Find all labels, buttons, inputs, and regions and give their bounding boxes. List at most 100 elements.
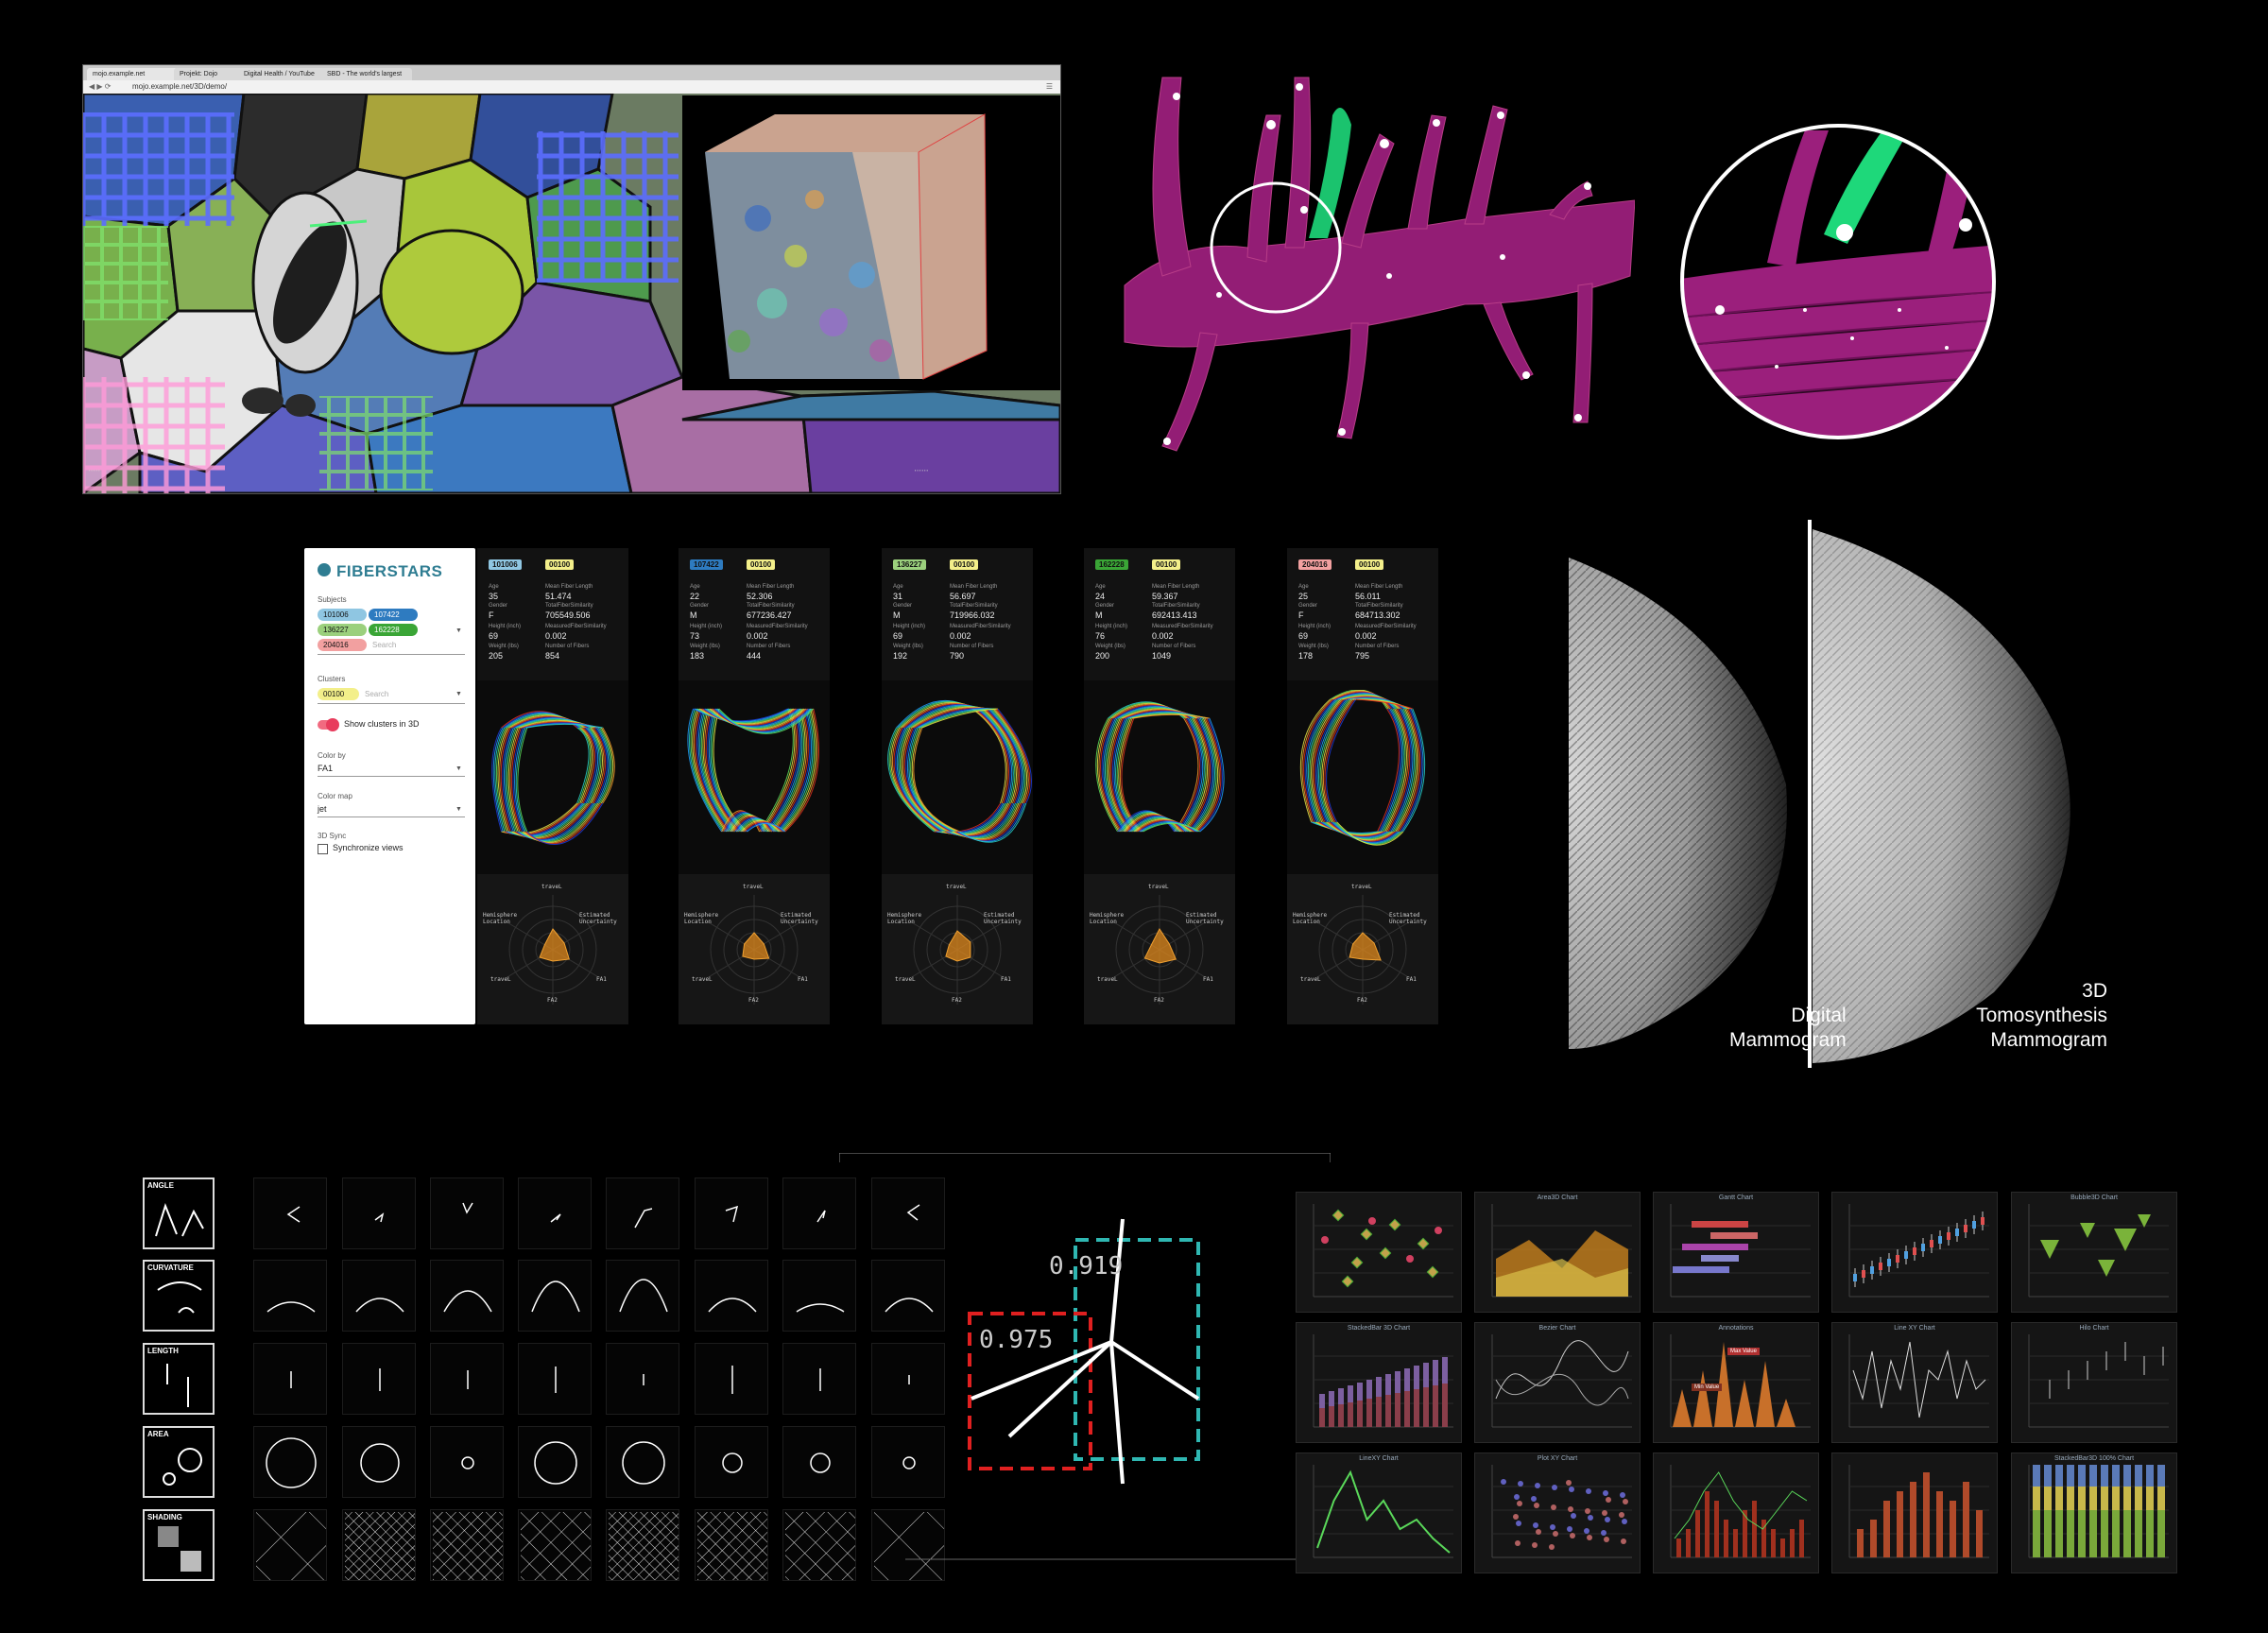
stimulus-drawing [622,1441,665,1485]
radar-axis-label: Estimated Uncertainty [984,912,1022,925]
chart-thumbnail[interactable]: Plot XY Chart [1474,1453,1641,1573]
chart-thumbnail[interactable]: Area3D Chart [1474,1192,1641,1313]
chart-thumbnail[interactable]: Annotations [1653,1322,1819,1443]
color-map-select[interactable]: jet [318,804,327,814]
field-label: Weight (lbs) [1298,644,1329,649]
chevron-down-icon[interactable]: ▼ [455,627,462,634]
stimulus-drawing [550,1213,561,1223]
subject-chip[interactable]: 136227 [318,624,367,636]
subject-chip[interactable]: 107422 [369,609,418,621]
chart-thumbnail[interactable]: Bubble3D Chart [2011,1192,2177,1313]
fiber-bundle-3d-view[interactable] [882,690,1033,869]
subject-id-tag: 136227 [893,559,926,570]
radar-axis-label: traveL [1148,884,1169,890]
field-label: Gender [1095,603,1115,609]
radar-axis-label: Estimated Uncertainty [1389,912,1427,925]
stimulus-icon [158,1526,201,1572]
chart-thumbnail[interactable]: LineXY Chart [1296,1453,1462,1573]
subject-id-tag: 107422 [690,559,723,570]
stimulus-drawing [555,1367,557,1393]
field-label: Height (inch) [690,624,723,629]
cluster-chip[interactable]: 00100 [318,688,359,700]
chevron-down-icon[interactable]: ▼ [455,765,462,772]
radar-axis-label: Hemisphere Location [684,912,719,925]
chart-thumbnail[interactable]: Line XY Chart [1831,1322,1998,1443]
stimulus-cell [606,1509,679,1581]
chart-thumbnail[interactable] [1831,1453,1998,1573]
stimulus-drawing [725,1205,739,1223]
chevron-down-icon[interactable]: ▼ [455,691,462,697]
field-value: 69 [893,631,903,641]
radar-axis-label: traveL [1351,884,1372,890]
radar-axis-label: traveL [490,976,511,983]
chart-thumbnail[interactable]: Hilo Chart [2011,1322,2177,1443]
cluster-id-tag: 00100 [747,559,776,570]
nav-arrows-icon[interactable]: ◀ ▶ ⟳ [89,80,111,94]
score-cyan: 0.919 [1049,1252,1123,1281]
field-value: 0.002 [950,631,971,641]
field-value: 205 [489,651,504,661]
subject-chip[interactable]: 101006 [318,609,367,621]
field-label: MeasuredFiberSimilarity [1152,624,1213,629]
url-text: mojo.example.net/3D/demo/ [132,82,228,91]
field-value: 0.002 [1355,631,1377,641]
fiber-bundle-3d-view[interactable] [679,690,830,869]
subject-chip[interactable]: 204016 [318,639,367,651]
cluster-search-input[interactable]: Search [365,690,388,698]
svg-text:▪ ▪ ▪ ▪ ▪ ▪: ▪ ▪ ▪ ▪ ▪ ▪ [915,468,929,473]
field-value: 59.367 [1152,592,1178,601]
browser-tab[interactable]: mojo.example.net [87,68,178,80]
menu-icon[interactable]: ☰ [1046,80,1053,94]
chart-thumbnail[interactable]: StackedBar 3D Chart [1296,1322,1462,1443]
chart-thumbnail[interactable] [1296,1192,1462,1313]
browser-tab[interactable]: Projekt: Dojo [174,68,244,80]
color-by-label: Color by [318,751,346,760]
chart-thumbnail[interactable]: StackedBar3D 100% Chart [2011,1453,2177,1573]
field-label: TotalFiberSimilarity [950,603,998,609]
chart-thumbnail[interactable] [1831,1192,1998,1313]
subject-search-input[interactable]: Search [372,641,396,649]
annotation-max: Max Value [1727,1348,1760,1355]
field-label: Gender [893,603,913,609]
browser-tab[interactable]: SBD - The world's largest [321,68,412,80]
3d-volume-view[interactable] [682,95,1060,390]
sync-checkbox-label: Synchronize views [333,843,404,852]
radar-axis-label: Estimated Uncertainty [1186,912,1224,925]
field-label: Age [690,584,700,590]
chart-thumbnail[interactable]: Gantt Chart [1653,1192,1819,1313]
stimulus-drawing [345,1512,415,1580]
field-value: 178 [1298,651,1314,661]
stimulus-drawing [266,1301,316,1313]
subject-panel: 107422 00100 Age 22 Gender M Height (inch) … [679,548,830,1024]
chart-plot [1313,1204,1453,1298]
field-label: Mean Fiber Length [1355,584,1403,590]
field-label: Weight (lbs) [690,644,720,649]
stimulus-type-area: AREA [143,1426,215,1498]
svg-text:▪ ▪ ▪ ▪ ▪: ▪ ▪ ▪ ▪ ▪ [89,468,100,473]
field-value: 854 [545,651,560,661]
sync-checkbox[interactable] [318,844,328,854]
fiber-bundle-3d-view[interactable] [1084,690,1235,869]
chart-thumbnail[interactable]: Bezier Chart [1474,1322,1641,1443]
chevron-down-icon[interactable]: ▼ [455,806,462,813]
browser-tab[interactable]: Digital Health / YouTube [238,68,325,80]
field-value: 76 [1095,631,1106,641]
stimulus-type-length: LENGTH [143,1343,215,1415]
color-by-select[interactable]: FA1 [318,764,333,773]
stimulus-cell [253,1343,327,1415]
field-value: 51.474 [545,592,572,601]
fiber-bundle-3d-view[interactable] [1287,690,1438,869]
stimulus-drawing [355,1298,404,1313]
radar-axis-label: traveL [743,884,764,890]
address-bar[interactable]: ◀ ▶ ⟳ mojo.example.net/3D/demo/ ☰ [83,80,1060,94]
field-label: TotalFiberSimilarity [747,603,795,609]
radar-axis-label: FA1 [798,976,808,983]
cluster-id-tag: 00100 [1355,559,1384,570]
fiber-bundle-3d-view[interactable] [477,690,628,869]
stimulus-drawing [521,1512,591,1580]
field-label: MeasuredFiberSimilarity [747,624,808,629]
subject-chip[interactable]: 162228 [369,624,418,636]
chart-thumbnail[interactable] [1653,1453,1819,1573]
show-clusters-toggle[interactable] [318,718,339,731]
label-line: Digital [1791,1005,1847,1026]
